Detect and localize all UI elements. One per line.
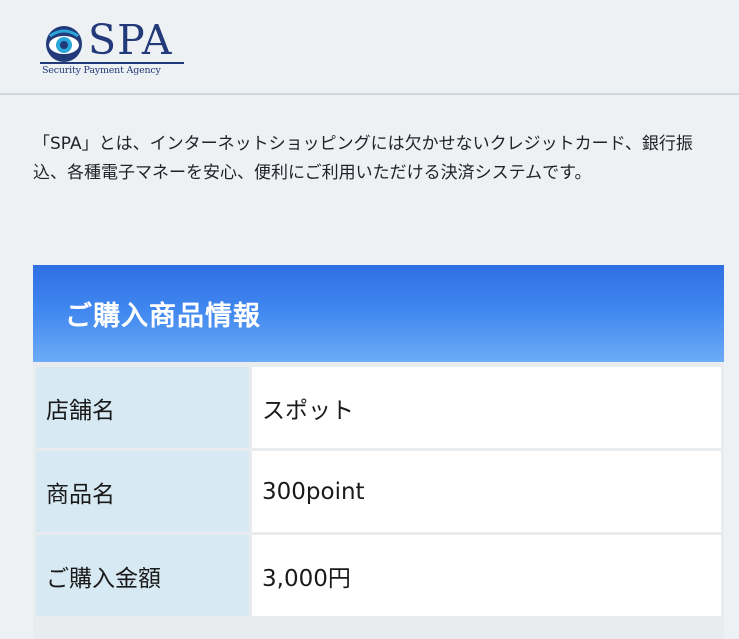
purchase-info-header: ご購入商品情報 bbox=[33, 265, 724, 362]
table-row: 商品名 300point bbox=[36, 451, 721, 532]
site-header: SPA Security Payment Agency bbox=[0, 0, 739, 95]
purchase-info-title: ご購入商品情報 bbox=[65, 301, 261, 332]
service-description: 「SPA」とは、インターネットショッピングには欠かせないクレジットカード、銀行振… bbox=[33, 134, 693, 183]
purchase-amount-value: 3,000円 bbox=[252, 535, 721, 616]
logo-tagline: Security Payment Agency bbox=[42, 65, 161, 76]
logo-text: SPA bbox=[88, 16, 173, 64]
product-name-value: 300point bbox=[252, 451, 721, 532]
logo-underline bbox=[40, 62, 184, 64]
store-name-value: スポット bbox=[252, 367, 721, 448]
product-name-label: 商品名 bbox=[36, 451, 249, 532]
spa-logo-icon bbox=[46, 26, 82, 62]
table-row: 店舗名 スポット bbox=[36, 367, 721, 448]
spa-logo[interactable]: SPA Security Payment Agency bbox=[40, 10, 190, 76]
table-row: ご購入金額 3,000円 bbox=[36, 535, 721, 616]
purchase-info-table: 店舗名 スポット 商品名 300point ご購入金額 3,000円 bbox=[33, 364, 724, 619]
purchase-info-panel: ご購入商品情報 店舗名 スポット 商品名 300point ご購入金額 3,00… bbox=[33, 265, 724, 639]
store-name-label: 店舗名 bbox=[36, 367, 249, 448]
purchase-amount-label: ご購入金額 bbox=[36, 535, 249, 616]
